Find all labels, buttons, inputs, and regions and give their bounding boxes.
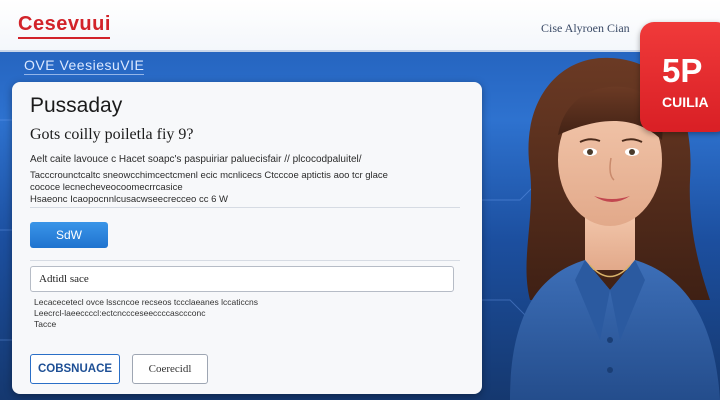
section-banner-title: OVE VeesiesuVIE — [24, 57, 145, 75]
card-title: Pussaday — [30, 94, 123, 117]
divider — [30, 260, 460, 261]
hint-text-line: Tacce — [34, 319, 57, 329]
logo-underline — [18, 37, 110, 39]
hint-text-line: Leecrcl-laeeccccl:ectcnccceseeccccasccco… — [34, 308, 206, 318]
primary-button[interactable]: SdW — [30, 222, 108, 248]
promo-badge[interactable]: 5P CUILIA — [640, 22, 720, 132]
promo-badge-label: CUILIA — [662, 94, 709, 110]
promo-badge-number: 5P — [662, 52, 703, 89]
main-card: Pussaday Gots coilly poiletla fiy 9? Ael… — [12, 82, 482, 394]
hint-text-line: Lecacecetecl ovce lsscncoe recseos tcccl… — [34, 297, 258, 307]
body-text-line: Aelt caite lavouce c Hacet soapc's paspu… — [30, 154, 362, 165]
continue-button[interactable]: COBSNUACE — [30, 354, 120, 384]
search-input[interactable] — [30, 266, 454, 292]
divider — [30, 207, 460, 208]
brand-logo[interactable]: Cesevuui — [18, 13, 111, 36]
body-text-line: Tacccrounctcaltc sneowcchimcectcmenl eci… — [30, 170, 388, 181]
card-subtitle: Gots coilly poiletla fiy 9? — [30, 126, 194, 143]
secondary-button[interactable]: Coerecidl — [132, 354, 208, 384]
body-text-line: Hsaeonc Icaopocnnlcusacwseecrecceo cc 6 … — [30, 194, 229, 205]
body-text-line: cococe lecnecheveocoomecrrcasice — [30, 182, 183, 193]
top-nav-links[interactable]: Cise Alyroen Cian — [541, 21, 630, 36]
